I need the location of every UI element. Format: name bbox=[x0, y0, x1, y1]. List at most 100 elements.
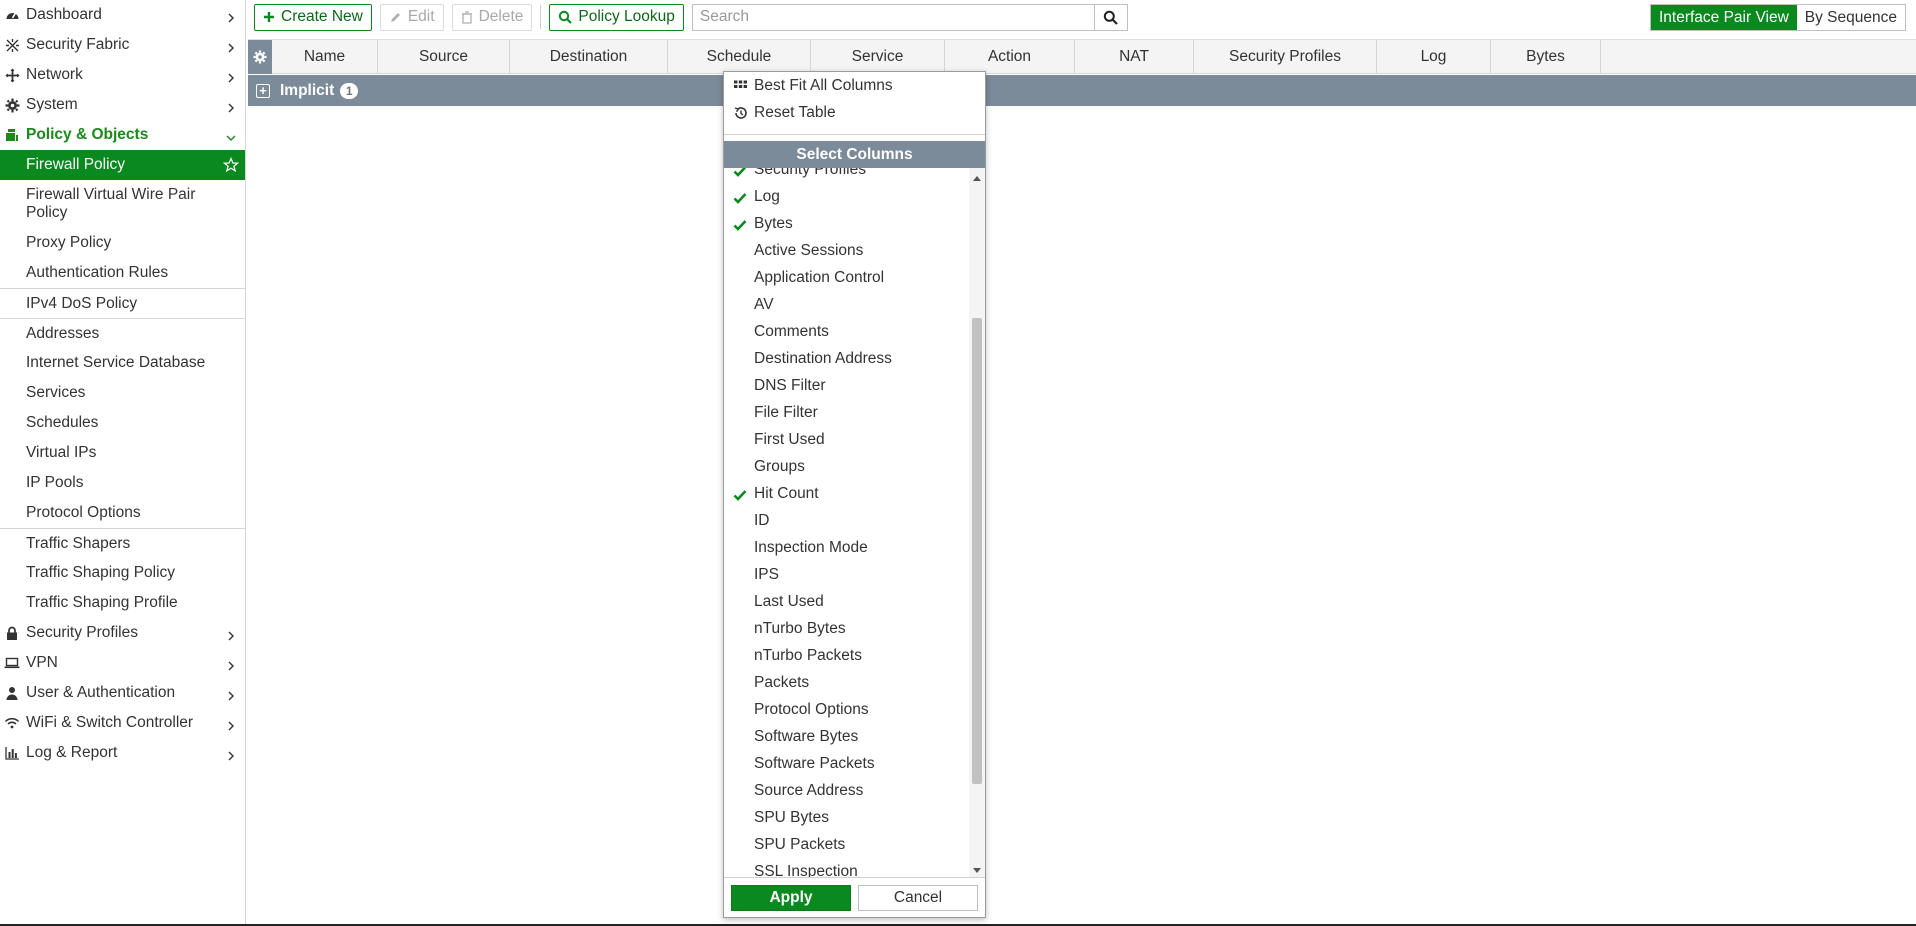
column-header-bytes[interactable]: Bytes bbox=[1491, 40, 1601, 74]
column-option-hit-count[interactable]: Hit Count bbox=[724, 480, 969, 507]
scrollbar[interactable] bbox=[969, 168, 985, 881]
column-option-id[interactable]: ID bbox=[724, 507, 969, 534]
sidebar-item-traffic-shapers[interactable]: Traffic Shapers bbox=[0, 528, 245, 558]
best-fit-all-columns-item[interactable]: Best Fit All Columns bbox=[724, 72, 985, 99]
sidebar-item-services[interactable]: Services bbox=[0, 378, 245, 408]
column-option-security-profiles[interactable]: Security Profiles bbox=[724, 168, 969, 183]
search-icon bbox=[1104, 10, 1119, 25]
column-header-schedule[interactable]: Schedule bbox=[668, 40, 811, 74]
column-header-service[interactable]: Service bbox=[811, 40, 945, 74]
sidebar-item-security-fabric[interactable]: Security Fabric bbox=[0, 30, 245, 60]
scroll-up-icon[interactable] bbox=[973, 176, 981, 181]
expand-plus-icon[interactable]: + bbox=[256, 83, 270, 98]
reset-table-item[interactable]: Reset Table bbox=[724, 99, 985, 126]
edit-button[interactable]: Edit bbox=[379, 3, 444, 31]
policy-objects-icon bbox=[4, 127, 20, 143]
column-option-log[interactable]: Log bbox=[724, 183, 969, 210]
sidebar-item-label: Traffic Shapers bbox=[26, 534, 131, 552]
search-button[interactable] bbox=[1093, 3, 1128, 31]
sidebar-item-network[interactable]: Network bbox=[0, 60, 245, 90]
column-option-label: First Used bbox=[754, 430, 825, 448]
sidebar-item-traffic-shaping-profile[interactable]: Traffic Shaping Profile bbox=[0, 588, 245, 618]
column-option-first-used[interactable]: First Used bbox=[724, 426, 969, 453]
scrollbar-thumb[interactable] bbox=[972, 318, 982, 784]
sidebar-item-security-profiles[interactable]: Security Profiles bbox=[0, 618, 245, 648]
sidebar-item-traffic-shaping-policy[interactable]: Traffic Shaping Policy bbox=[0, 558, 245, 588]
sidebar-item-label: Traffic Shaping Policy bbox=[26, 564, 176, 581]
column-option-spu-bytes[interactable]: SPU Bytes bbox=[724, 804, 969, 831]
sidebar-item-dos-policy[interactable]: IPv4 DoS Policy bbox=[0, 288, 245, 318]
sidebar-item-vpn[interactable]: VPN bbox=[0, 648, 245, 678]
cancel-button[interactable]: Cancel bbox=[858, 884, 978, 911]
scroll-down-icon[interactable] bbox=[973, 868, 981, 873]
column-option-comments[interactable]: Comments bbox=[724, 318, 969, 345]
sidebar-item-proxy-policy[interactable]: Proxy Policy bbox=[0, 228, 245, 258]
column-option-destination-address[interactable]: Destination Address bbox=[724, 345, 969, 372]
sidebar-item-policy-objects[interactable]: Policy & Objects bbox=[0, 120, 245, 150]
column-header-name[interactable]: Name bbox=[272, 40, 378, 74]
column-option-protocol-options[interactable]: Protocol Options bbox=[724, 696, 969, 723]
star-icon[interactable] bbox=[222, 156, 240, 173]
column-option-active-sessions[interactable]: Active Sessions bbox=[724, 237, 969, 264]
column-option-av[interactable]: AV bbox=[724, 291, 969, 318]
sidebar-item-user-authentication[interactable]: User & Authentication bbox=[0, 678, 245, 708]
network-icon bbox=[4, 67, 20, 83]
sidebar-item-label: Firewall Policy bbox=[26, 156, 126, 173]
sidebar-item-virtual-wire-pair-policy[interactable]: Firewall Virtual Wire Pair Policy bbox=[0, 180, 245, 228]
reset-table-label: Reset Table bbox=[754, 103, 836, 121]
sidebar-item-dashboard[interactable]: Dashboard bbox=[0, 0, 245, 30]
policy-lookup-label: Policy Lookup bbox=[578, 8, 675, 25]
sidebar-item-label: IPv4 DoS Policy bbox=[26, 294, 138, 312]
column-option-software-packets[interactable]: Software Packets bbox=[724, 750, 969, 777]
column-option-application-control[interactable]: Application Control bbox=[724, 264, 969, 291]
column-header-security-profiles[interactable]: Security Profiles bbox=[1194, 40, 1377, 74]
sidebar-item-label: User & Authentication bbox=[26, 684, 176, 701]
column-option-last-used[interactable]: Last Used bbox=[724, 588, 969, 615]
interface-pair-view-button[interactable]: Interface Pair View bbox=[1650, 5, 1797, 30]
system-gear-icon bbox=[4, 97, 20, 113]
sidebar-item-authentication-rules[interactable]: Authentication Rules bbox=[0, 258, 245, 288]
column-header-action[interactable]: Action bbox=[945, 40, 1075, 74]
chevron-right-icon bbox=[226, 718, 236, 731]
column-option-source-address[interactable]: Source Address bbox=[724, 777, 969, 804]
column-header-source[interactable]: Source bbox=[378, 40, 510, 74]
column-option-groups[interactable]: Groups bbox=[724, 453, 969, 480]
sidebar-item-ip-pools[interactable]: IP Pools bbox=[0, 468, 245, 498]
column-header-nat[interactable]: NAT bbox=[1075, 40, 1194, 74]
column-header-destination[interactable]: Destination bbox=[510, 40, 668, 74]
lock-icon bbox=[4, 625, 20, 641]
implicit-group-row[interactable]: + Implicit 1 bbox=[248, 75, 1916, 106]
column-option-label: ID bbox=[754, 511, 770, 529]
create-new-button[interactable]: Create New bbox=[254, 3, 372, 31]
sidebar-item-schedules[interactable]: Schedules bbox=[0, 408, 245, 438]
sidebar-item-wifi-switch-controller[interactable]: WiFi & Switch Controller bbox=[0, 708, 245, 738]
toolbar-divider bbox=[540, 5, 542, 29]
column-option-ips[interactable]: IPS bbox=[724, 561, 969, 588]
sidebar-item-protocol-options[interactable]: Protocol Options bbox=[0, 498, 245, 528]
sidebar-item-addresses[interactable]: Addresses bbox=[0, 318, 245, 348]
apply-button[interactable]: Apply bbox=[731, 884, 851, 911]
sidebar-item-firewall-policy[interactable]: Firewall Policy bbox=[0, 150, 245, 180]
delete-button[interactable]: Delete bbox=[451, 3, 533, 31]
column-option-inspection-mode[interactable]: Inspection Mode bbox=[724, 534, 969, 561]
column-option-label: Comments bbox=[754, 322, 829, 340]
column-settings-button[interactable] bbox=[248, 40, 272, 74]
by-sequence-button[interactable]: By Sequence bbox=[1797, 5, 1905, 30]
policy-lookup-button[interactable]: Policy Lookup bbox=[549, 3, 684, 31]
search-input[interactable]: Search bbox=[691, 3, 1094, 31]
column-option-file-filter[interactable]: File Filter bbox=[724, 399, 969, 426]
column-option-nturbo-bytes[interactable]: nTurbo Bytes bbox=[724, 615, 969, 642]
sidebar-item-virtual-ips[interactable]: Virtual IPs bbox=[0, 438, 245, 468]
sidebar-item-system[interactable]: System bbox=[0, 90, 245, 120]
column-option-bytes[interactable]: Bytes bbox=[724, 210, 969, 237]
sidebar-item-label: Proxy Policy bbox=[26, 234, 112, 251]
column-option-spu-packets[interactable]: SPU Packets bbox=[724, 831, 969, 858]
column-header-log[interactable]: Log bbox=[1377, 40, 1491, 74]
column-option-packets[interactable]: Packets bbox=[724, 669, 969, 696]
sidebar-item-log-report[interactable]: Log & Report bbox=[0, 738, 245, 768]
sidebar-item-internet-service-database[interactable]: Internet Service Database bbox=[0, 348, 245, 378]
column-option-nturbo-packets[interactable]: nTurbo Packets bbox=[724, 642, 969, 669]
column-option-dns-filter[interactable]: DNS Filter bbox=[724, 372, 969, 399]
column-option-software-bytes[interactable]: Software Bytes bbox=[724, 723, 969, 750]
column-list[interactable]: Security Profiles Log Bytes Active Sessions… bbox=[724, 168, 985, 881]
